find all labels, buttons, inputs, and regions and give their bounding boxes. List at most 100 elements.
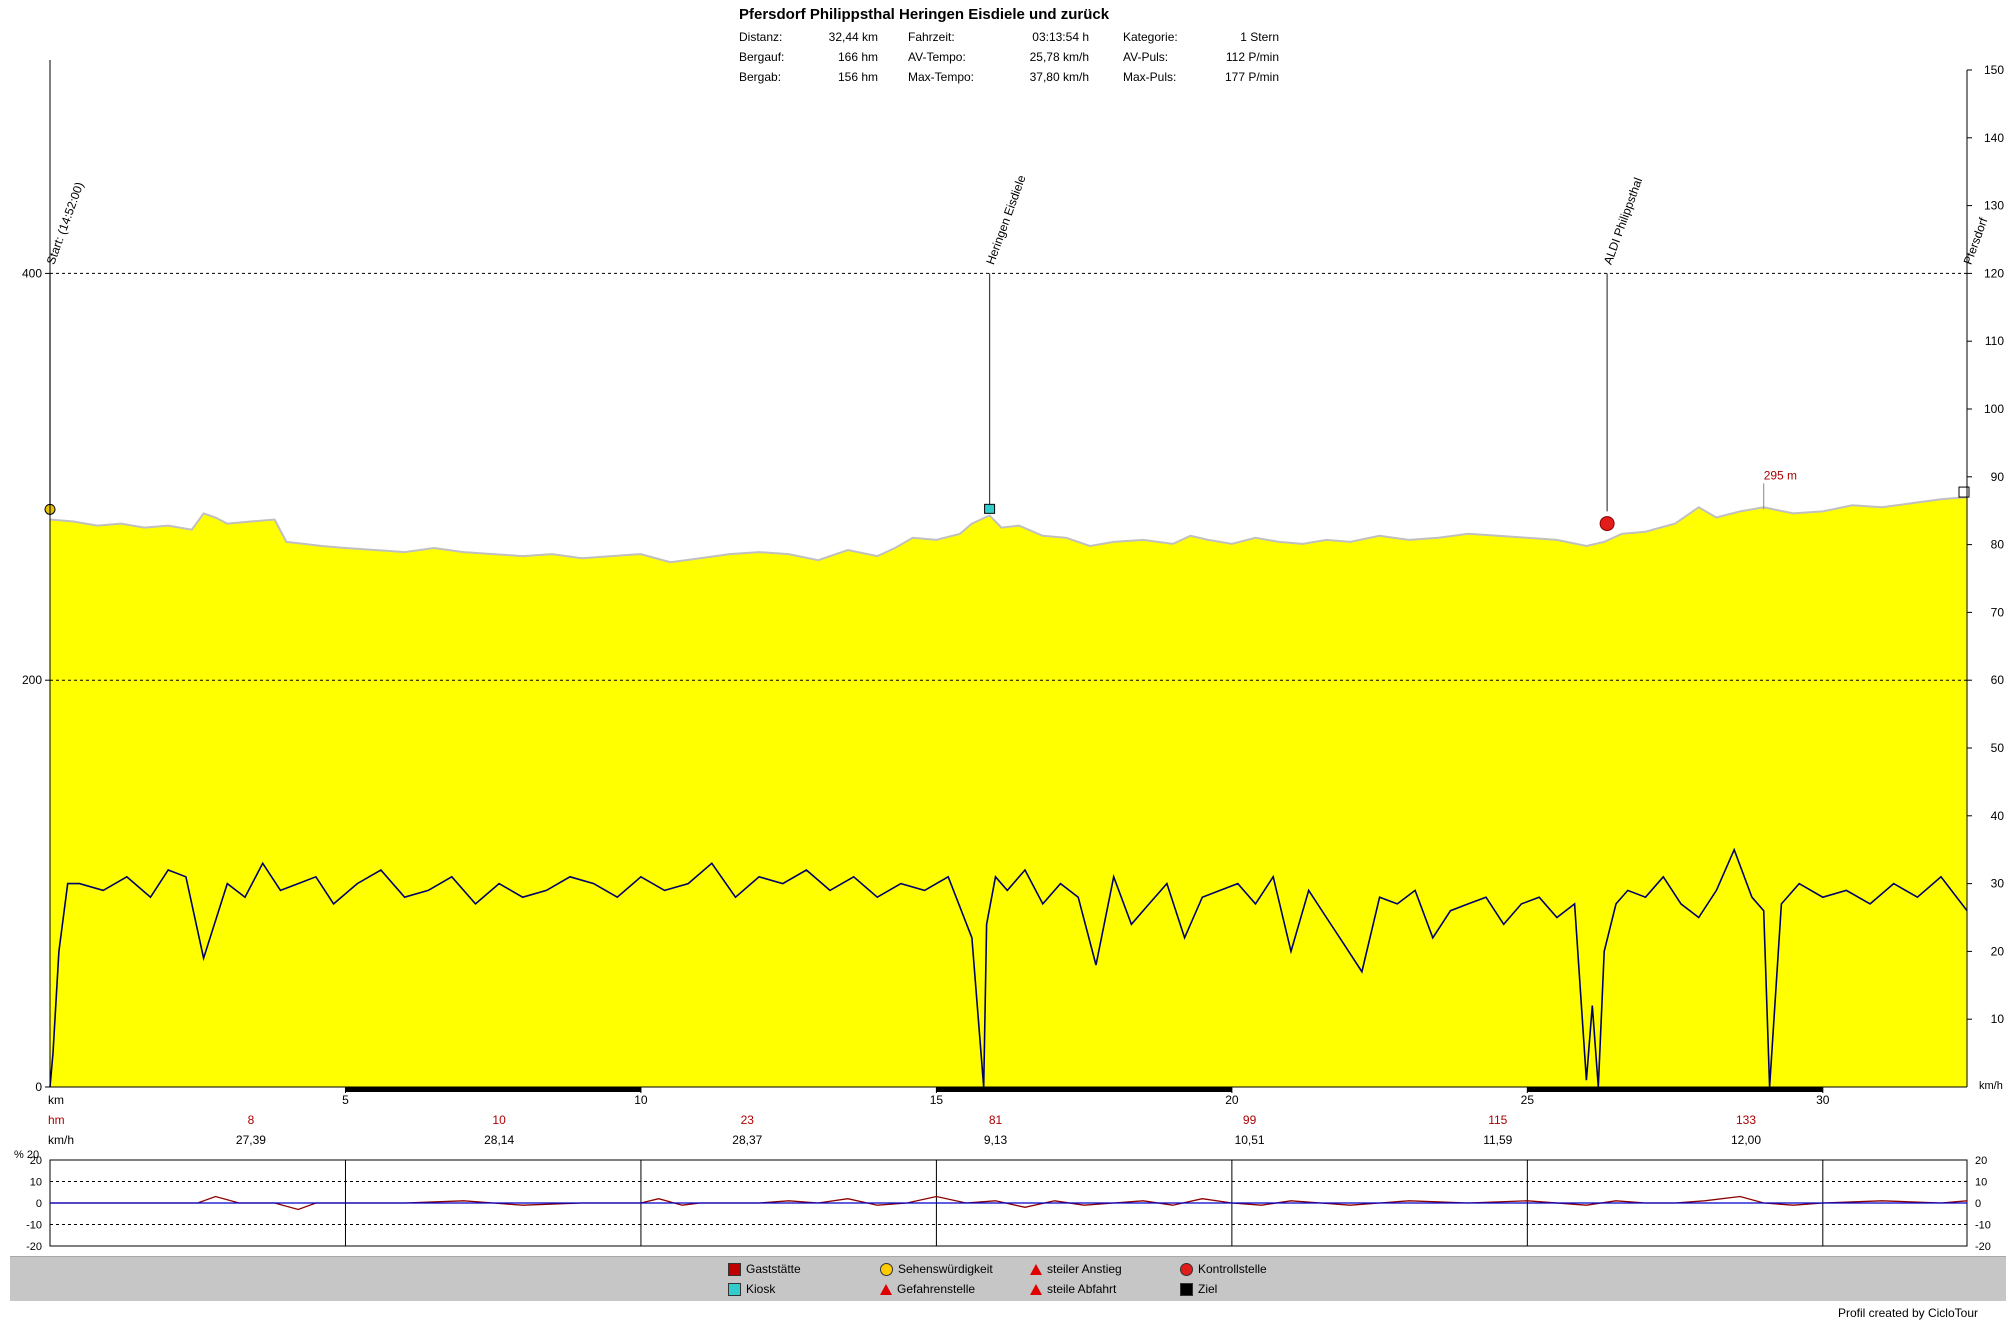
stat-label: Max-Tempo: <box>908 70 974 84</box>
left-tick-label: 0 <box>35 1080 42 1094</box>
steep-descent-icon <box>1030 1283 1042 1295</box>
x-tick-label: 10 <box>634 1093 648 1107</box>
legend: Gaststätte Kiosk Sehenswürdigkeit Gefahrens… <box>10 1256 2006 1301</box>
stat-label: Bergab: <box>739 70 781 84</box>
warning-icon <box>880 1283 892 1295</box>
smiley-icon <box>880 1262 893 1276</box>
legend-item: Ziel <box>1180 1282 1217 1296</box>
km-segment-bar <box>345 1087 641 1092</box>
kmh-row-label: km/h <box>48 1133 74 1147</box>
chart-title: Pfersdorf Philippsthal Heringen Eisdiele… <box>739 6 1110 23</box>
legend-item: steile Abfahrt <box>1030 1282 1116 1296</box>
stop-icon <box>1599 516 1615 532</box>
stat-value: 1 Stern <box>1240 30 1279 44</box>
x-tick-label: 15 <box>930 1093 944 1107</box>
kiosk-icon <box>984 503 996 514</box>
stat-value: 112 P/min <box>1226 50 1279 64</box>
credit-text: Profil created by CicloTour <box>1837 1306 1978 1320</box>
kmh-value: 27,39 <box>236 1133 266 1147</box>
right-tick-label: 70 <box>1991 605 2005 619</box>
waypoint-label: Pfersdorf <box>1961 215 1991 266</box>
elevation-label-text: 295 m <box>1764 468 1797 482</box>
x-axis-unit: km <box>48 1093 64 1107</box>
stat-value: 37,80 km/h <box>1030 70 1089 84</box>
legend-item: Gaststätte <box>728 1262 801 1276</box>
gradient-tick-left: -20 <box>26 1241 42 1253</box>
legend-label: Gefahrenstelle <box>897 1282 976 1296</box>
gradient-tick-right: -10 <box>1975 1220 1991 1232</box>
kmh-value: 28,37 <box>732 1133 762 1147</box>
kmh-value: 28,14 <box>484 1133 514 1147</box>
kiosk-icon <box>728 1282 741 1296</box>
waypoint-label: Heringen Eisdiele <box>983 173 1028 266</box>
stat-label: Max-Puls: <box>1123 70 1176 84</box>
waypoint-label: ALDI Philippsthal <box>1601 176 1645 267</box>
gradient-tick-right: 20 <box>1975 1155 1987 1167</box>
legend-label: Gaststätte <box>746 1262 801 1276</box>
stat-label: Kategorie: <box>1123 30 1178 44</box>
right-tick-label: 10 <box>1991 1012 2005 1026</box>
gradient-tick-right: 0 <box>1975 1198 1981 1210</box>
stat-value: 25,78 km/h <box>1030 50 1089 64</box>
legend-label: Sehenswürdigkeit <box>898 1262 993 1276</box>
right-tick-label: 80 <box>1991 538 2005 552</box>
legend-label: Ziel <box>1198 1282 1218 1296</box>
stat-value: 177 P/min <box>1225 70 1279 84</box>
stat-label: AV-Puls: <box>1123 50 1168 64</box>
steep-climb-icon <box>1030 1263 1042 1275</box>
right-tick-label: 30 <box>1991 877 2005 891</box>
stat-label: Distanz: <box>739 30 782 44</box>
right-tick-label: 20 <box>1991 944 2005 958</box>
kmh-value: 11,59 <box>1483 1133 1512 1147</box>
stat-value: 156 hm <box>838 70 878 84</box>
right-tick-label: 130 <box>1984 199 2004 213</box>
segment-stats-rows: hm 8 10 23 81 99 115 133 km/h 27,39 28,14 28,37 9,13… <box>48 1113 1761 1147</box>
header-stats: Distanz: 32,44 km Fahrzeit: 03:13:54 h Kateg… <box>739 30 1279 84</box>
stat-label: Fahrzeit: <box>908 30 955 44</box>
legend-label: Kontrollstelle <box>1198 1262 1267 1276</box>
waypoints: Start: (14:52:00) Heringen Eisdiele ALDI P… <box>44 173 1991 532</box>
gradient-unit-label: % 20 <box>14 1149 39 1161</box>
legend-item: Sehenswürdigkeit <box>880 1262 993 1276</box>
hm-value: 81 <box>989 1113 1003 1127</box>
right-tick-label: 90 <box>1991 470 2005 484</box>
gradient-tick-left: 10 <box>30 1177 42 1189</box>
right-tick-label: 50 <box>1991 741 2005 755</box>
elevation-area <box>50 497 1967 1088</box>
km-segment-bar <box>936 1087 1232 1092</box>
hm-value: 99 <box>1243 1113 1257 1127</box>
km-segment-bar <box>1527 1087 1823 1092</box>
elevation-max-label: 295 m <box>1763 468 1797 510</box>
legend-label: steiler Anstieg <box>1047 1262 1122 1276</box>
elevation-profile-chart: Pfersdorf Philippsthal Heringen Eisdiele… <box>14 6 2005 1253</box>
x-tick-label: 20 <box>1225 1093 1239 1107</box>
right-tick-label: 40 <box>1991 809 2005 823</box>
gradient-tick-right: -20 <box>1975 1241 1991 1253</box>
stat-value: 03:13:54 h <box>1032 30 1089 44</box>
kmh-value: 10,51 <box>1235 1133 1265 1147</box>
right-tick-label: 140 <box>1984 131 2004 145</box>
x-tick-label: 25 <box>1521 1093 1535 1107</box>
gradient-tick-left: -10 <box>26 1220 42 1232</box>
stat-value: 32,44 km <box>829 30 878 44</box>
legend-item: steiler Anstieg <box>1030 1262 1122 1276</box>
main-plot: Start: (14:52:00) Heringen Eisdiele ALDI P… <box>44 173 1991 1088</box>
hm-value: 8 <box>248 1113 255 1127</box>
legend-item: Kontrollstelle <box>1180 1262 1267 1276</box>
finish-flag-icon <box>1180 1282 1193 1296</box>
stat-label: AV-Tempo: <box>908 50 966 64</box>
legend-item: Kiosk <box>728 1282 775 1296</box>
x-tick-label: 5 <box>342 1093 349 1107</box>
house-icon <box>728 1262 741 1276</box>
right-tick-label: 100 <box>1984 402 2004 416</box>
legend-label: Kiosk <box>746 1282 776 1296</box>
legend-item: Gefahrenstelle <box>880 1282 975 1296</box>
stop-icon <box>1180 1262 1193 1276</box>
hm-value: 133 <box>1736 1113 1756 1127</box>
left-tick-label: 200 <box>22 673 42 687</box>
right-tick-label: 120 <box>1984 266 2004 280</box>
right-axis-unit: km/h <box>1979 1080 2003 1092</box>
stat-label: Bergauf: <box>739 50 784 64</box>
gradient-chart: 20 2010 100 0-10 -10-20 -20% 20 <box>14 1149 1991 1253</box>
hm-value: 115 <box>1488 1113 1507 1127</box>
